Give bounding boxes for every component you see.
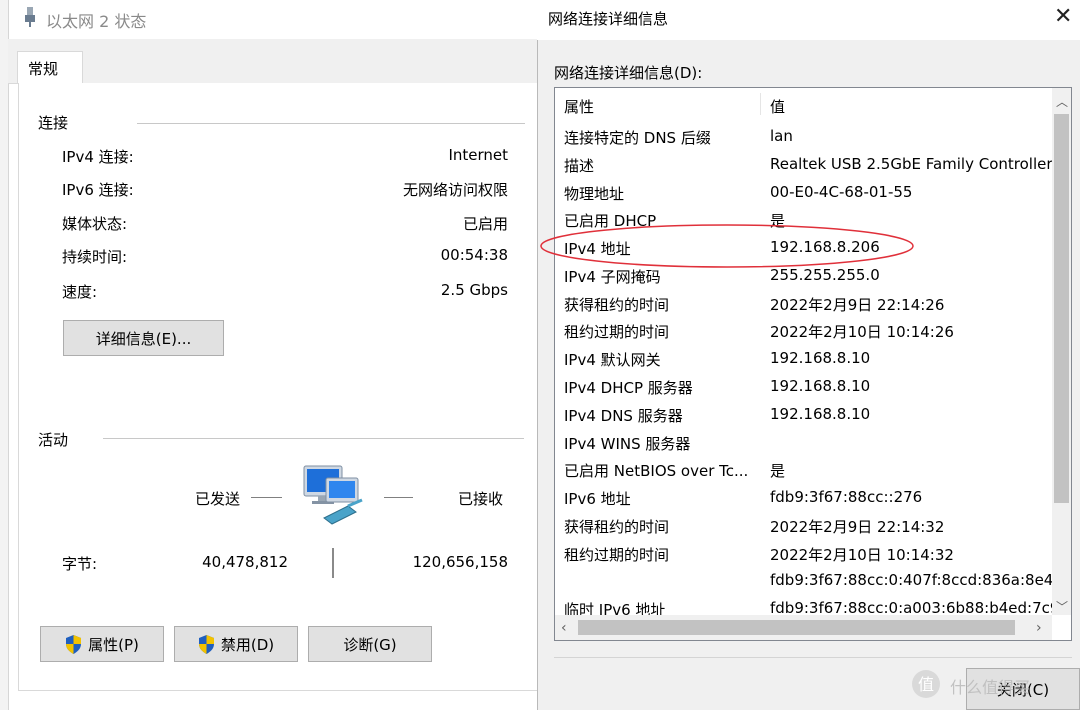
diagnose-button-label: 诊断(G) (343, 635, 397, 654)
watermark-logo-icon: 值 (912, 670, 940, 698)
activity-divider (103, 438, 524, 439)
list-row[interactable]: 已启用 NetBIOS over Tc... 是 (555, 456, 1055, 484)
network-computers-icon (303, 465, 363, 525)
row-value: 2022年2月10日 10:14:32 (770, 546, 954, 564)
background-window-edge (0, 0, 9, 710)
row-value: 2022年2月9日 22:14:26 (770, 296, 945, 314)
list-row[interactable]: 获得租约的时间 2022年2月9日 22:14:32 (555, 512, 1055, 540)
list-row[interactable]: IPv6 地址 fdb9:3f67:88cc::276 (555, 484, 1055, 512)
dialog-separator (554, 657, 1072, 658)
list-row[interactable]: IPv4 DNS 服务器 192.168.8.10 (555, 401, 1055, 429)
ipv6-connectivity-value: 无网络访问权限 (402, 181, 508, 199)
list-row[interactable]: 连接特定的 DNS 后缀 lan (555, 123, 1055, 151)
watermark: 值 什么值得买 (908, 664, 1080, 710)
ipv6-connectivity-label: IPv6 连接: (62, 181, 134, 199)
bytes-separator (332, 548, 334, 578)
row-property: 获得租约的时间 (564, 518, 670, 536)
row-property: 物理地址 (564, 185, 625, 203)
properties-button[interactable]: 属性(P) (40, 626, 164, 662)
details-button[interactable]: 详细信息(E)... (63, 320, 224, 356)
duration-label: 持续时间: (62, 248, 128, 266)
row-property: 描述 (564, 157, 595, 175)
scroll-right-icon[interactable]: › (1036, 620, 1042, 636)
column-header-value[interactable]: 值 (770, 96, 1055, 117)
list-row[interactable]: 物理地址 00-E0-4C-68-01-55 (555, 179, 1055, 207)
ipv4-connectivity-label: IPv4 连接: (62, 148, 134, 166)
list-row[interactable]: IPv4 WINS 服务器 (555, 429, 1055, 457)
row-property: 租约过期的时间 (564, 323, 670, 341)
list-row[interactable]: 租约过期的时间 2022年2月10日 10:14:26 (555, 317, 1055, 345)
row-property: IPv4 WINS 服务器 (564, 435, 691, 453)
row-value: lan (770, 127, 793, 145)
row-value: fdb9:3f67:88cc::276 (770, 488, 923, 506)
list-row[interactable]: IPv4 默认网关 192.168.8.10 (555, 345, 1055, 373)
row-property: IPv4 默认网关 (564, 351, 661, 369)
media-state-label: 媒体状态: (62, 215, 128, 233)
disable-button-label: 禁用(D) (220, 635, 275, 654)
row-property: 已启用 NetBIOS over Tc... (564, 462, 749, 480)
details-window-title: 网络连接详细信息 (548, 10, 669, 28)
list-row[interactable]: 描述 Realtek USB 2.5GbE Family Controller (555, 151, 1055, 179)
row-value: Realtek USB 2.5GbE Family Controller (770, 155, 1053, 173)
tab-strip (8, 39, 537, 84)
bytes-label: 字节: (62, 555, 98, 573)
properties-button-label: 属性(P) (88, 635, 139, 654)
details-list-label: 网络连接详细信息(D): (554, 64, 703, 82)
row-property: IPv4 DNS 服务器 (564, 407, 683, 425)
highlight-ellipse (540, 224, 914, 268)
scroll-down-icon[interactable]: ﹀ (1056, 598, 1068, 615)
row-value: fdb9:3f67:88cc:0:407f:8ccd:836a:8e46 (770, 571, 1055, 589)
column-header-property[interactable]: 属性 (564, 96, 762, 117)
status-window-title: 以太网 2 状态 (46, 12, 147, 31)
duration-value: 00:54:38 (440, 246, 508, 264)
speed-value: 2.5 Gbps (440, 281, 508, 299)
horizontal-scroll-thumb[interactable] (578, 620, 1015, 635)
list-header: 属性 值 (555, 92, 1055, 120)
scroll-left-icon[interactable]: ‹ (561, 620, 567, 636)
close-icon[interactable]: ✕ (1054, 4, 1072, 29)
received-label: 已接收 (458, 490, 504, 508)
general-panel (18, 83, 537, 691)
row-value: 2022年2月10日 10:14:26 (770, 323, 954, 341)
ethernet-icon (25, 7, 35, 27)
sent-label: 已发送 (195, 490, 241, 508)
tab-general[interactable]: 常规 (17, 51, 83, 84)
speed-label: 速度: (62, 283, 98, 301)
uac-shield-icon (198, 634, 214, 654)
svg-text:值: 值 (918, 675, 934, 694)
list-row[interactable]: 获得租约的时间 2022年2月9日 22:14:26 (555, 290, 1055, 318)
row-property: 获得租约的时间 (564, 296, 670, 314)
row-value: 是 (770, 462, 786, 480)
disable-button[interactable]: 禁用(D) (174, 626, 298, 662)
column-divider[interactable] (760, 93, 761, 115)
connection-group-title: 连接 (38, 114, 69, 132)
watermark-text: 什么值得买 (950, 678, 1031, 697)
row-property: 连接特定的 DNS 后缀 (564, 129, 711, 147)
activity-group-title: 活动 (38, 431, 69, 449)
bytes-received-value: 120,656,158 (412, 553, 508, 571)
received-dash (384, 497, 413, 498)
sent-dash (251, 497, 282, 498)
row-value: 2022年2月9日 22:14:32 (770, 518, 945, 536)
list-row[interactable]: IPv4 DHCP 服务器 192.168.8.10 (555, 373, 1055, 401)
diagnose-button[interactable]: 诊断(G) (308, 626, 432, 662)
details-listview[interactable]: 属性 值 连接特定的 DNS 后缀 lan 描述 Realtek USB 2.5Gb… (554, 87, 1072, 641)
list-row[interactable]: fdb9:3f67:88cc:0:407f:8ccd:836a:8e46 (555, 567, 1055, 595)
row-value: 00-E0-4C-68-01-55 (770, 183, 913, 201)
list-row[interactable]: 租约过期的时间 2022年2月10日 10:14:32 (555, 540, 1055, 568)
row-property: 租约过期的时间 (564, 546, 670, 564)
media-state-value: 已启用 (462, 215, 508, 233)
ipv4-connectivity-value: Internet (448, 146, 508, 164)
bytes-sent-value: 40,478,812 (202, 553, 288, 571)
details-button-label: 详细信息(E)... (95, 329, 192, 348)
row-property: IPv6 地址 (564, 490, 631, 508)
connection-divider (137, 123, 525, 124)
scroll-up-icon[interactable]: ︿ (1056, 93, 1068, 110)
row-property: IPv4 DHCP 服务器 (564, 379, 693, 397)
row-value: 192.168.8.10 (770, 349, 871, 367)
row-value: 192.168.8.10 (770, 377, 871, 395)
uac-shield-icon (66, 634, 82, 654)
row-value: 192.168.8.10 (770, 405, 871, 423)
vertical-scroll-thumb[interactable] (1054, 114, 1069, 503)
